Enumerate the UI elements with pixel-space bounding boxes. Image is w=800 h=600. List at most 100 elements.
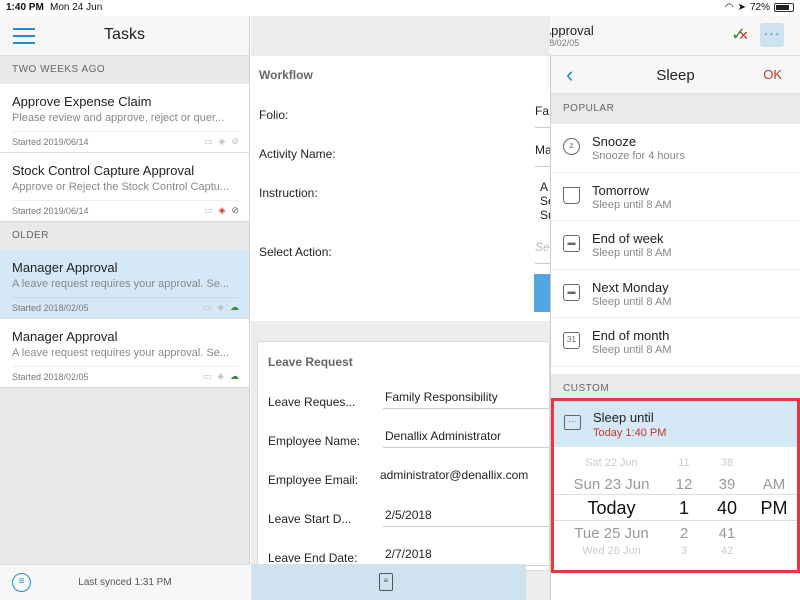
calendar-icon: ▭ (204, 205, 213, 215)
sleep-until-option[interactable]: ··· Sleep until Today 1:40 PM (554, 401, 797, 447)
popular-header: POPULAR (551, 94, 800, 124)
sleep-until-value: Today 1:40 PM (593, 427, 667, 439)
task-icons: ▭ ◈ ⊘ (204, 205, 239, 216)
option-title: End of month (592, 328, 670, 343)
picker-hour-selected: 1 (678, 498, 689, 518)
cloud-icon: ☁ (230, 371, 239, 381)
option-title: End of week (592, 231, 664, 246)
calendar-month-icon: 31 (563, 332, 580, 349)
sleep-option-end-of-month[interactable]: 31 End of month Sleep until 8 AM (551, 318, 800, 367)
task-date: Started 2018/02/05 (12, 372, 89, 382)
task-icons: ▭ ◈ ⊘ (204, 136, 239, 147)
approve-reject-icon[interactable]: ✓ ✕ (731, 24, 749, 45)
calendar-icon: ▭ (202, 302, 212, 312)
folio-label: Folio: (259, 108, 289, 122)
last-synced: Last synced 1:31 PM (78, 577, 172, 588)
status-date: Mon 24 Jun (50, 2, 103, 13)
picker-hour: 2 (679, 525, 689, 542)
task-desc: A leave request requires your approval. … (12, 278, 230, 290)
leave-type-label: Leave Reques... (268, 395, 356, 409)
task-title: Manager Approval (12, 260, 118, 275)
workflow-title: Workflow (259, 68, 313, 82)
picker-day-selected: Today (587, 498, 636, 518)
picker-minute: 39 (718, 476, 736, 493)
task-date: Started 2019/06/14 (12, 137, 89, 147)
picker-minute: 38 (720, 457, 734, 469)
document-icon[interactable]: ≡ (379, 573, 393, 591)
calendar-week-icon: ▬ (563, 235, 580, 252)
leave-start-field[interactable]: 2/5/2018 (383, 508, 549, 527)
alarm-clock-icon: z (563, 138, 580, 155)
section-header: TWO WEEKS AGO (0, 56, 249, 84)
task-date: Started 2018/02/05 (12, 303, 89, 313)
form-footer: ≡ (251, 564, 526, 600)
picker-minute-selected: 40 (716, 498, 738, 518)
task-title: Approve Expense Claim (12, 94, 152, 109)
task-title: Stock Control Capture Approval (12, 163, 195, 178)
leave-request-title: Leave Request (268, 355, 353, 369)
submit-button[interactable] (534, 274, 550, 312)
calendar-icon: ▭ (202, 371, 212, 381)
option-sub: Snooze for 4 hours (592, 150, 685, 162)
location-icon: ➤ (737, 2, 746, 13)
task-item-selected[interactable]: Manager Approval A leave request require… (0, 250, 249, 319)
option-sub: Sleep until 8 AM (592, 247, 672, 259)
sleep-option-end-of-week[interactable]: ▬ End of week Sleep until 8 AM (551, 221, 800, 270)
employee-email-field[interactable]: administrator@denallix.com (378, 468, 548, 486)
picker-hour: 12 (675, 476, 693, 493)
option-sub: Sleep until 8 AM (592, 295, 672, 308)
tasks-header: Tasks (0, 16, 249, 56)
task-date: Started 2019/06/14 (12, 206, 89, 216)
picker-hour: 11 (678, 457, 690, 469)
task-desc: Please review and approve, reject or que… (12, 112, 225, 124)
picker-minute: 41 (718, 525, 736, 542)
picker-day: Tue 25 Jun (574, 525, 649, 542)
task-item[interactable]: Manager Approval A leave request require… (0, 319, 249, 388)
activity-label: Activity Name: (259, 147, 336, 161)
task-icons: ▭ ◈ ☁ (203, 302, 239, 313)
diamond-icon: ◈ (217, 302, 224, 312)
form-panel: Workflow Folio: Fa Activity Name: Ma Ins… (251, 16, 555, 600)
picker-day: Sat 22 Jun (585, 457, 638, 469)
wifi-icon: ◠ (724, 2, 734, 13)
picker-pm-selected: PM (760, 498, 788, 518)
sleep-option-snooze[interactable]: z Snooze Snooze for 4 hours (551, 124, 800, 173)
option-sub: Sleep until 8 AM (592, 344, 672, 356)
calendar-monday-icon: ▬ (563, 283, 580, 301)
employee-name-field[interactable]: Denallix Administrator (383, 429, 549, 448)
day-wheel[interactable]: Sat 22 Jun Sun 23 Jun Today Tue 25 Jun W… (564, 447, 659, 567)
task-item[interactable]: Approve Expense Claim Please review and … (0, 84, 249, 153)
custom-sleep-highlight: ··· Sleep until Today 1:40 PM Sat 22 Jun… (551, 398, 800, 573)
calendar-icon: ▭ (204, 136, 213, 146)
sleep-option-tomorrow[interactable]: Tomorrow Sleep until 8 AM (551, 172, 800, 221)
battery-icon (774, 3, 794, 12)
employee-name-label: Employee Name: (268, 434, 361, 448)
leave-start-label: Leave Start D... (268, 512, 352, 526)
date-time-picker[interactable]: Sat 22 Jun Sun 23 Jun Today Tue 25 Jun W… (554, 447, 797, 567)
coffee-cup-icon (563, 186, 580, 204)
picker-day: Wed 26 Jun (582, 545, 641, 557)
section-header: OLDER (0, 222, 249, 250)
minute-wheel[interactable]: 38 39 40 41 42 (712, 447, 742, 567)
option-title: Snooze (592, 134, 637, 149)
ok-button[interactable]: OK (763, 67, 782, 82)
tasks-panel: Tasks TWO WEEKS AGO Approve Expense Clai… (0, 16, 250, 600)
task-item[interactable]: Stock Control Capture Approval Approve o… (0, 153, 249, 222)
picker-minute: 42 (720, 545, 734, 557)
sleep-header: ‹ Sleep OK (551, 56, 800, 94)
picker-day: Sun 23 Jun (573, 476, 650, 493)
sleep-option-next-monday[interactable]: ▬ Next Monday Sleep until 8 AM (551, 269, 800, 318)
more-options-button[interactable]: ··· (760, 23, 784, 47)
task-title: Manager Approval (12, 329, 118, 344)
hour-wheel[interactable]: 11 12 1 2 3 (669, 447, 699, 567)
option-title: Next Monday (592, 279, 669, 295)
leave-request-card: Leave Request Leave Reques... Family Res… (257, 341, 550, 571)
calendar-icon: ··· (564, 415, 581, 430)
tasks-title: Tasks (104, 26, 145, 43)
leave-type-field[interactable]: Family Responsibility (383, 390, 549, 409)
status-bar: 1:40 PM Mon 24 Jun ◠ ➤ 72% (0, 0, 800, 16)
cloud-icon: ☁ (230, 302, 239, 312)
sleep-off-icon: ⊘ (231, 136, 239, 146)
battery-percent: 72% (749, 2, 770, 13)
ampm-wheel[interactable]: AM PM (754, 447, 794, 567)
